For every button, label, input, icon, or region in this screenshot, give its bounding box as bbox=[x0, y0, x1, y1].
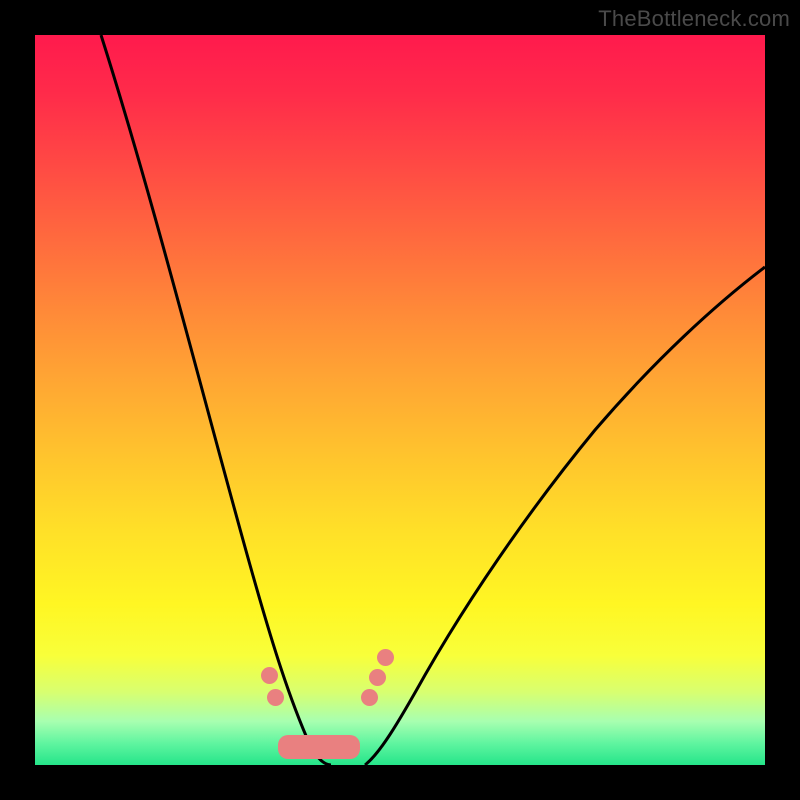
watermark-text: TheBottleneck.com bbox=[598, 6, 790, 32]
left-curve bbox=[101, 35, 331, 765]
highlight-dot bbox=[267, 689, 284, 706]
highlight-bar bbox=[278, 735, 360, 759]
chart-frame: TheBottleneck.com bbox=[0, 0, 800, 800]
right-curve bbox=[365, 267, 765, 765]
highlight-dot bbox=[369, 669, 386, 686]
highlight-dot bbox=[261, 667, 278, 684]
plot-area bbox=[35, 35, 765, 765]
highlight-dot bbox=[361, 689, 378, 706]
curve-layer bbox=[35, 35, 765, 765]
highlight-dot bbox=[377, 649, 394, 666]
